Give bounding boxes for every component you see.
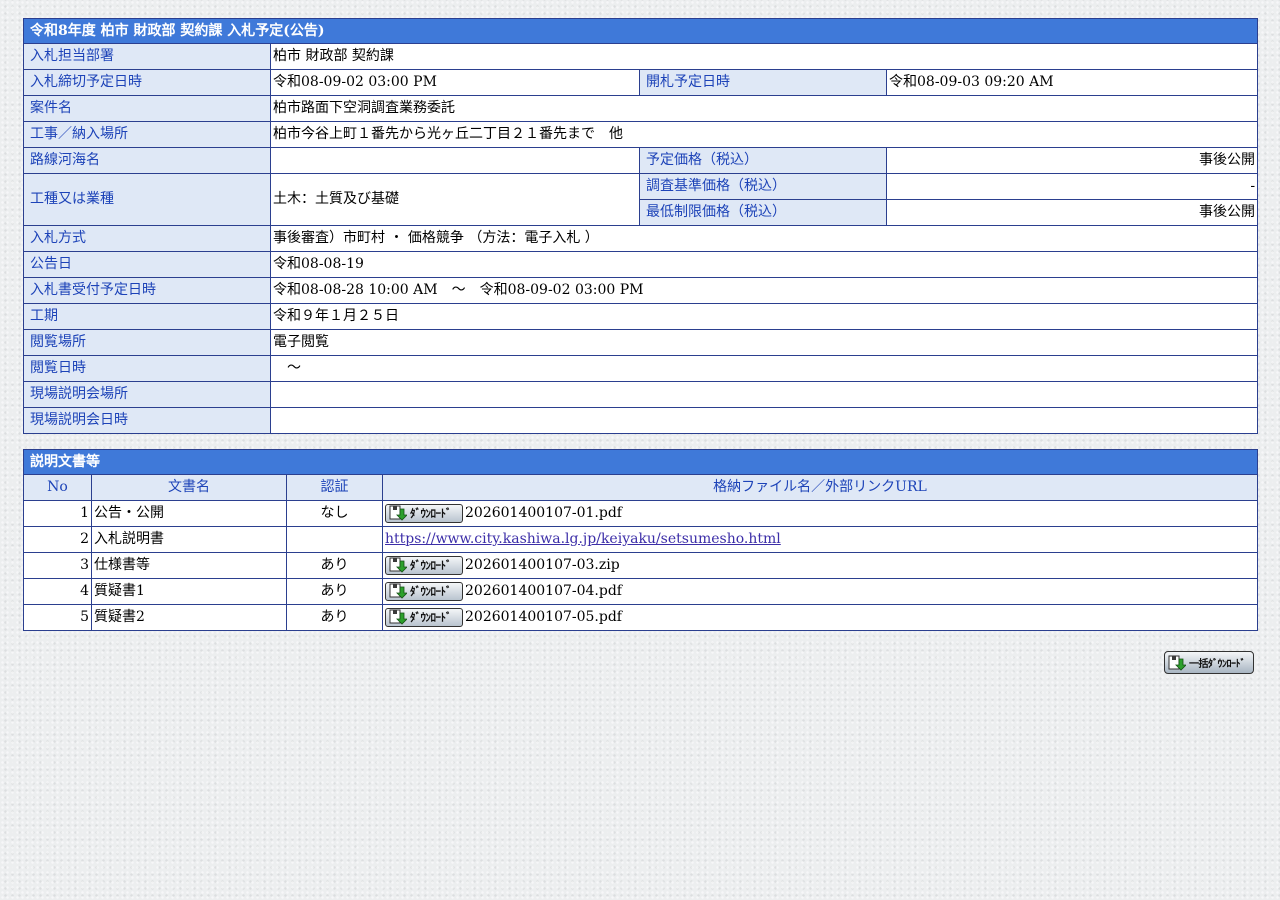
doc-file-name: 202601400107-01.pdf (465, 505, 622, 521)
doc-auth (286, 526, 383, 553)
doc-auth: あり (286, 578, 383, 605)
bid-info-table: 令和8年度 柏市 財政部 契約課 入札予定(公告) 入札担当部署 柏市 財政部 … (22, 18, 1259, 434)
doc-external-link[interactable]: https://www.city.kashiwa.lg.jp/keiyaku/s… (385, 531, 781, 547)
bid-info-caption: 令和8年度 柏市 財政部 契約課 入札予定(公告) (22, 18, 1259, 44)
label-department: 入札担当部署 (23, 43, 271, 70)
value-briefing-date (269, 407, 1259, 434)
col-doc-name: 文書名 (91, 474, 287, 501)
bulk-download-label: 一括ﾀﾞｳﾝﾛｰﾄﾞ (1189, 659, 1246, 670)
col-auth: 認証 (286, 474, 383, 501)
doc-no: 3 (23, 552, 92, 579)
label-viewing-date: 閲覧日時 (23, 355, 271, 382)
download-icon (389, 583, 407, 599)
doc-no: 4 (23, 578, 92, 605)
label-deadline: 入札締切予定日時 (23, 69, 271, 96)
value-briefing-place (269, 381, 1259, 408)
doc-file-name: 202601400107-03.zip (465, 557, 620, 573)
doc-file-cell: https://www.city.kashiwa.lg.jp/keiyaku/s… (382, 526, 1258, 553)
value-notice-date: 令和08-08-19 (269, 251, 1259, 278)
col-no: No (23, 474, 92, 501)
value-method: 事後審査）市町村 ・ 価格競争 （方法：電子入札 ） (269, 225, 1259, 252)
label-period: 工期 (23, 303, 271, 330)
doc-name: 仕様書等 (91, 552, 287, 579)
value-viewing-place: 電子閲覧 (269, 329, 1259, 356)
value-deadline: 令和08-09-02 03:00 PM (270, 69, 640, 96)
value-location: 柏市今谷上町１番先から光ヶ丘二丁目２１番先まで 他 (269, 121, 1259, 148)
doc-row: 4 質疑書1 あり ﾀﾞｳﾝﾛｰﾄﾞ 202601400107-04.pdf (23, 578, 1258, 605)
doc-row: 1 公告・公開 なし ﾀﾞｳﾝﾛｰﾄﾞ 202601400107-01.pdf (23, 500, 1258, 527)
value-route (270, 147, 640, 174)
download-label: ﾀﾞｳﾝﾛｰﾄﾞ (410, 506, 452, 520)
download-icon (389, 505, 407, 521)
doc-name: 公告・公開 (91, 500, 287, 527)
doc-auth: あり (286, 552, 383, 579)
doc-auth: あり (286, 604, 383, 631)
value-min-price: 事後公開 (885, 199, 1259, 226)
label-planned-price: 予定価格（税込） (639, 147, 887, 174)
label-notice-date: 公告日 (23, 251, 271, 278)
value-planned-price: 事後公開 (885, 147, 1259, 174)
doc-no: 5 (23, 604, 92, 631)
label-survey-price: 調査基準価格（税込） (639, 173, 887, 200)
doc-row: 3 仕様書等 あり ﾀﾞｳﾝﾛｰﾄﾞ 202601400107-03.zip (23, 552, 1258, 579)
download-icon (389, 609, 407, 625)
label-opening: 開札予定日時 (639, 69, 887, 96)
documents-caption: 説明文書等 (23, 449, 1258, 475)
value-reception: 令和08-08-28 10:00 AM ～ 令和08-09-02 03:00 P… (269, 277, 1259, 304)
download-icon (1168, 655, 1186, 671)
doc-file-cell: ﾀﾞｳﾝﾛｰﾄﾞ 202601400107-04.pdf (382, 578, 1258, 605)
doc-file-cell: ﾀﾞｳﾝﾛｰﾄﾞ 202601400107-03.zip (382, 552, 1258, 579)
label-briefing-place: 現場説明会場所 (23, 381, 271, 408)
doc-row: 5 質疑書2 あり ﾀﾞｳﾝﾛｰﾄﾞ 202601400107-05.pdf (23, 604, 1258, 631)
doc-file-name: 202601400107-04.pdf (465, 583, 622, 599)
label-method: 入札方式 (23, 225, 271, 252)
doc-file-cell: ﾀﾞｳﾝﾛｰﾄﾞ 202601400107-01.pdf (382, 500, 1258, 527)
label-project-name: 案件名 (23, 95, 271, 122)
col-file: 格納ファイル名／外部リンクURL (382, 474, 1258, 501)
label-reception: 入札書受付予定日時 (23, 277, 271, 304)
label-briefing-date: 現場説明会日時 (23, 407, 271, 434)
download-button[interactable]: ﾀﾞｳﾝﾛｰﾄﾞ (385, 607, 463, 627)
download-label: ﾀﾞｳﾝﾛｰﾄﾞ (410, 610, 452, 624)
label-min-price: 最低制限価格（税込） (639, 199, 887, 226)
doc-name: 質疑書1 (91, 578, 287, 605)
value-project-name: 柏市路面下空洞調査業務委託 (269, 95, 1259, 122)
download-button[interactable]: ﾀﾞｳﾝﾛｰﾄﾞ (385, 503, 463, 523)
download-icon (389, 557, 407, 573)
value-work-type: 土木：土質及び基礎 (270, 173, 640, 226)
value-department: 柏市 財政部 契約課 (269, 43, 1259, 70)
download-button[interactable]: ﾀﾞｳﾝﾛｰﾄﾞ (385, 555, 463, 575)
doc-name: 入札説明書 (91, 526, 287, 553)
doc-auth: なし (286, 500, 383, 527)
value-period: 令和９年１月２５日 (269, 303, 1259, 330)
doc-row: 2 入札説明書 https://www.city.kashiwa.lg.jp/kei… (23, 526, 1258, 553)
doc-file-cell: ﾀﾞｳﾝﾛｰﾄﾞ 202601400107-05.pdf (382, 604, 1258, 631)
label-location: 工事／納入場所 (23, 121, 271, 148)
label-work-type: 工種又は業種 (23, 173, 271, 226)
bulk-download-button[interactable]: 一括ﾀﾞｳﾝﾛｰﾄﾞ (1164, 651, 1254, 674)
doc-no: 1 (23, 500, 92, 527)
doc-name: 質疑書2 (91, 604, 287, 631)
value-opening: 令和08-09-03 09:20 AM (885, 69, 1259, 96)
download-label: ﾀﾞｳﾝﾛｰﾄﾞ (410, 584, 452, 598)
download-label: ﾀﾞｳﾝﾛｰﾄﾞ (410, 558, 452, 572)
label-route: 路線河海名 (23, 147, 271, 174)
doc-file-name: 202601400107-05.pdf (465, 609, 622, 625)
documents-table: 説明文書等 No 文書名 認証 格納ファイル名／外部リンクURL 1 公告・公開な… (23, 449, 1258, 631)
label-viewing-place: 閲覧場所 (23, 329, 271, 356)
doc-no: 2 (23, 526, 92, 553)
value-viewing-date: ～ (269, 355, 1259, 382)
download-button[interactable]: ﾀﾞｳﾝﾛｰﾄﾞ (385, 581, 463, 601)
value-survey-price: - (885, 173, 1259, 200)
